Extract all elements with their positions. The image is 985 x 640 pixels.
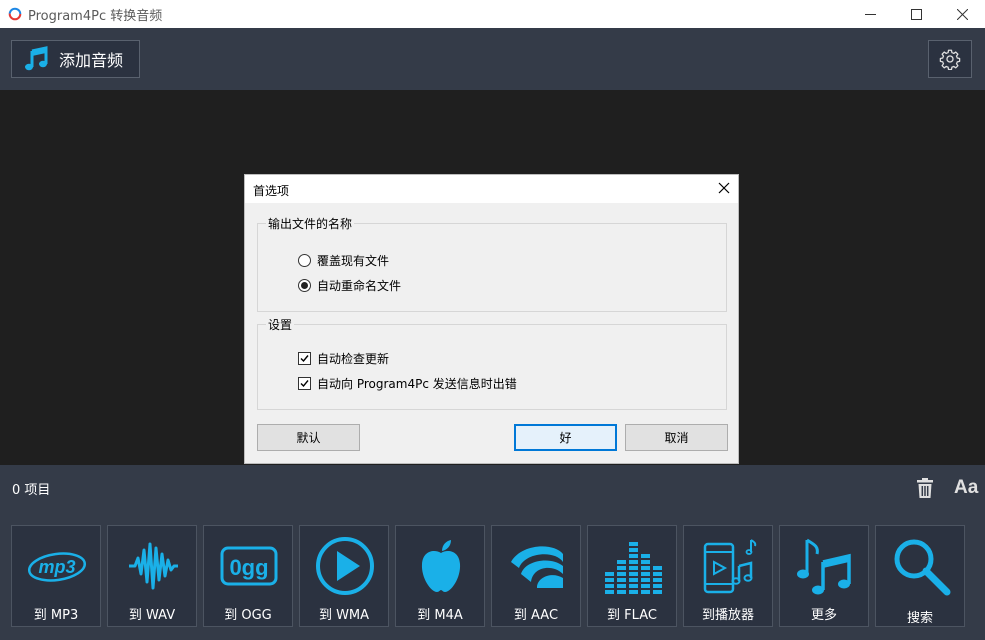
app-logo-icon	[8, 7, 22, 21]
to-wav-button[interactable]: 到 WAV	[107, 525, 197, 627]
to-player-label: 到播放器	[701, 608, 754, 623]
to-mp3-button[interactable]: mp3 到 MP3	[11, 525, 101, 627]
play-circle-icon	[316, 537, 374, 595]
checkmark-icon	[300, 380, 309, 388]
search-label: 搜索	[906, 611, 933, 626]
overwrite-option[interactable]: 覆盖现有文件	[298, 252, 389, 269]
to-aac-label: 到 AAC	[513, 608, 559, 623]
output-name-group: 输出文件的名称 覆盖现有文件 自动重命名文件	[257, 215, 727, 312]
overwrite-radio[interactable]	[298, 254, 311, 267]
to-aac-button[interactable]: 到 AAC	[491, 525, 581, 627]
waveform-icon	[129, 542, 178, 590]
music-notes-icon	[797, 538, 851, 595]
to-player-button[interactable]: 到播放器	[683, 525, 773, 627]
equalizer-icon	[605, 542, 662, 594]
svg-text:0gg: 0gg	[229, 555, 268, 580]
svg-text:mp3: mp3	[38, 557, 75, 577]
output-name-group-label: 输出文件的名称	[266, 215, 355, 232]
search-button[interactable]: 搜索	[875, 525, 965, 627]
add-audio-button[interactable]: 添加音频	[11, 40, 140, 78]
to-wma-button[interactable]: 到 WMA	[299, 525, 389, 627]
to-wma-label: 到 WMA	[318, 608, 370, 623]
dialog-title: 首选项	[253, 184, 290, 198]
to-ogg-button[interactable]: 0gg 到 OGG	[203, 525, 293, 627]
error-report-checkbox[interactable]	[298, 377, 311, 390]
settings-button[interactable]	[928, 40, 972, 78]
window-controls	[847, 0, 985, 28]
cancel-button[interactable]: 取消	[625, 424, 728, 451]
settings-group-label: 设置	[266, 316, 295, 333]
window-title: Program4Pc 转换音频	[28, 8, 163, 24]
to-mp3-label: 到 MP3	[33, 608, 79, 623]
gear-icon	[939, 49, 961, 70]
close-icon[interactable]	[718, 182, 730, 194]
aac-icon	[511, 546, 563, 588]
close-icon	[956, 8, 968, 20]
title-bar: Program4Pc 转换音频	[0, 0, 985, 28]
to-m4a-button[interactable]: 到 M4A	[395, 525, 485, 627]
rename-label: 自动重命名文件	[317, 279, 402, 293]
close-button[interactable]	[939, 0, 985, 28]
apple-icon	[421, 540, 461, 592]
rename-option[interactable]: 自动重命名文件	[298, 277, 401, 294]
to-wav-label: 到 WAV	[128, 608, 176, 623]
toolbar: 添加音频	[0, 28, 985, 90]
status-bar: 0 项目 Aa	[0, 465, 985, 510]
ok-button[interactable]: 好	[514, 424, 617, 451]
checkmark-icon	[300, 355, 309, 363]
preferences-dialog: 首选项 输出文件的名称 覆盖现有文件 自动重命名文件 设置 自动检查更新 自动向…	[244, 174, 739, 464]
minimize-button[interactable]	[847, 0, 893, 28]
overwrite-label: 覆盖现有文件	[317, 254, 390, 268]
music-note-icon	[25, 46, 48, 71]
items-count: 0 项目	[12, 483, 51, 498]
format-bar: mp3 到 MP3 到 WAV 0gg 到 OGG 到 WMA 到 M4A 到 …	[0, 510, 985, 640]
mp3-icon: mp3	[27, 552, 87, 582]
check-updates-label: 自动检查更新	[317, 352, 390, 366]
rename-radio[interactable]	[298, 279, 311, 292]
to-flac-label: 到 FLAC	[607, 608, 657, 623]
dialog-title-bar: 首选项	[245, 175, 738, 203]
check-updates-checkbox[interactable]	[298, 352, 311, 365]
error-report-option[interactable]: 自动向 Program4Pc 发送信息时出错	[298, 375, 517, 392]
minimize-icon	[864, 13, 876, 15]
maximize-icon	[910, 8, 922, 20]
default-button[interactable]: 默认	[257, 424, 360, 451]
font-size-button[interactable]: Aa	[954, 477, 980, 499]
settings-group: 设置 自动检查更新 自动向 Program4Pc 发送信息时出错	[257, 316, 727, 410]
phone-music-icon	[703, 539, 757, 594]
trash-icon[interactable]	[915, 477, 935, 499]
check-updates-option[interactable]: 自动检查更新	[298, 350, 389, 367]
add-audio-label: 添加音频	[59, 51, 124, 70]
to-m4a-label: 到 M4A	[417, 608, 463, 623]
search-icon	[894, 539, 951, 596]
maximize-button[interactable]	[893, 0, 939, 28]
more-label: 更多	[810, 608, 837, 623]
error-report-label: 自动向 Program4Pc 发送信息时出错	[317, 377, 517, 391]
more-button[interactable]: 更多	[779, 525, 869, 627]
to-flac-button[interactable]: 到 FLAC	[587, 525, 677, 627]
ogg-icon: 0gg	[220, 546, 278, 586]
to-ogg-label: 到 OGG	[224, 608, 272, 623]
